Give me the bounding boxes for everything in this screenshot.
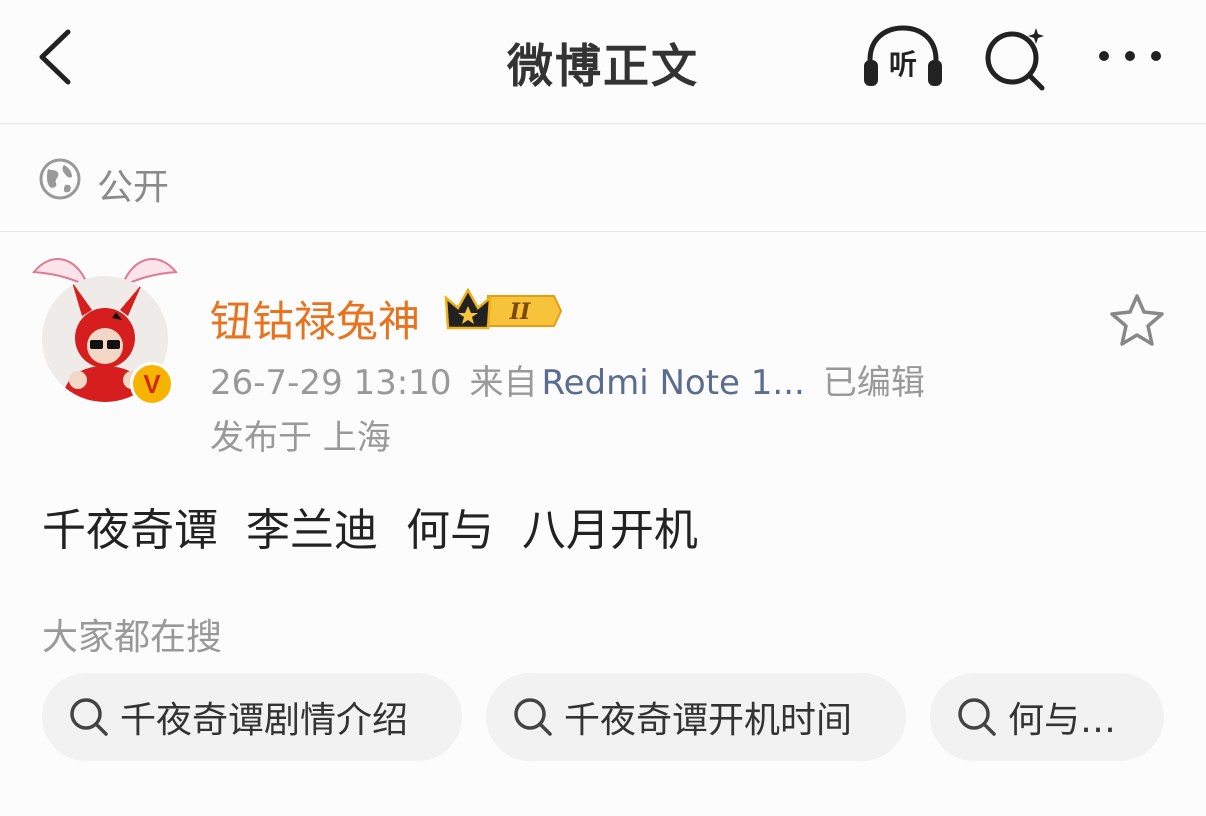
chip-label: 千夜奇谭开机时间 xyxy=(564,700,853,741)
source-prefix: 来自 xyxy=(469,363,538,403)
edited-label[interactable]: 已编辑 xyxy=(823,363,925,403)
post-meta: 26-7-29 13:10 来自 Redmi Note 1... 已编辑 xyxy=(210,355,943,404)
author-name[interactable]: 钮钴禄兔神 xyxy=(210,288,420,349)
search-sparkle-icon[interactable] xyxy=(982,22,1052,92)
vip-level-label: II xyxy=(509,299,531,325)
favorite-star-icon[interactable] xyxy=(1108,292,1166,348)
globe-icon xyxy=(39,158,81,200)
post-date: 26-7-29 13:10 xyxy=(210,363,452,403)
more-options-icon[interactable] xyxy=(1094,40,1166,72)
search-icon xyxy=(958,698,996,736)
related-search-chip[interactable]: 千夜奇谭剧情介绍 xyxy=(42,673,462,761)
vip-crown-badge-icon[interactable]: II xyxy=(444,288,562,334)
visibility-row xyxy=(0,124,1206,232)
post-text: 千夜奇谭 李兰迪 何与 八月开机 xyxy=(42,505,698,556)
listen-headphones-icon[interactable]: 听 xyxy=(862,22,944,92)
search-icon xyxy=(514,698,552,736)
source-device-link[interactable]: Redmi Note 1... xyxy=(542,363,805,403)
avatar[interactable]: V xyxy=(30,250,180,410)
related-search-label: 大家都在搜 xyxy=(42,617,223,658)
chip-label: 何与… xyxy=(1008,700,1117,741)
search-icon xyxy=(70,698,108,736)
listen-label: 听 xyxy=(889,48,917,81)
related-search-chip[interactable]: 千夜奇谭开机时间 xyxy=(486,673,906,761)
visibility-label: 公开 xyxy=(97,167,170,208)
post-location: 发布于 上海 xyxy=(210,418,391,458)
top-nav-bar: 微博正文 听 xyxy=(0,0,1206,124)
verified-badge: V xyxy=(130,362,174,406)
related-search-chip[interactable]: 何与… xyxy=(930,673,1164,761)
chip-label: 千夜奇谭剧情介绍 xyxy=(120,700,409,741)
